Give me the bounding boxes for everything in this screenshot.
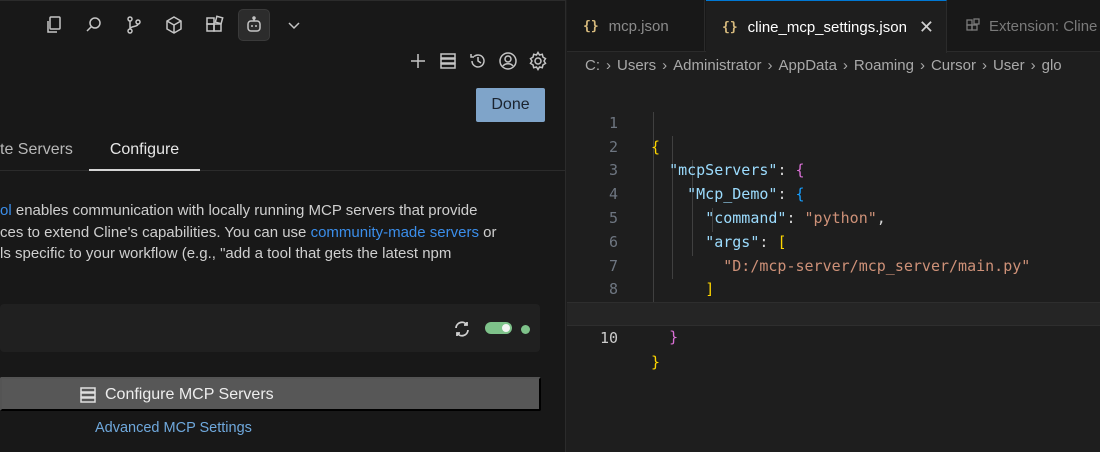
refresh-icon[interactable] bbox=[452, 319, 472, 339]
server-stack-icon[interactable] bbox=[435, 48, 461, 74]
code-line: 1 { bbox=[567, 88, 1100, 156]
code-line: 4 "command": "python", bbox=[567, 159, 1100, 227]
breadcrumb-item[interactable]: Cursor bbox=[931, 57, 976, 74]
code-line: 8 } bbox=[567, 255, 1100, 322]
tab-mcp-json[interactable]: {} mcp.json bbox=[567, 0, 705, 52]
description-text: enables communication with locally runni… bbox=[11, 202, 478, 219]
chevron-right-icon: › bbox=[981, 57, 987, 74]
community-servers-link[interactable]: community-made servers bbox=[311, 224, 479, 241]
tab-remote-servers[interactable]: te Servers bbox=[0, 141, 73, 159]
panel-toolbar bbox=[401, 48, 551, 74]
server-enable-toggle[interactable] bbox=[485, 322, 512, 334]
description-text: or bbox=[478, 223, 497, 241]
breadcrumb: C: › Users › Administrator › AppData › Roaming › C… bbox=[585, 57, 1062, 74]
breadcrumb-item[interactable]: AppData bbox=[779, 57, 837, 74]
description-text: ls specific to your workflow (e.g., "add… bbox=[0, 245, 452, 262]
line-number: 10 bbox=[599, 328, 618, 347]
advanced-mcp-settings-link[interactable]: Advanced MCP Settings bbox=[95, 420, 252, 436]
configure-mcp-servers-label: Configure MCP Servers bbox=[105, 386, 274, 403]
tab-label: mcp.json bbox=[608, 17, 669, 35]
breadcrumb-item[interactable]: Users bbox=[617, 57, 656, 74]
mcp-description: ol enables communication with locally ru… bbox=[0, 200, 540, 265]
breadcrumb-item[interactable]: Roaming bbox=[854, 57, 914, 74]
breadcrumb-item[interactable]: User bbox=[993, 57, 1025, 74]
files-icon[interactable] bbox=[38, 9, 70, 41]
tab-cline-mcp-settings-json[interactable]: {} cline_mcp_settings.json ✕ bbox=[706, 0, 947, 53]
code-line: 9 } bbox=[567, 278, 1100, 346]
json-file-icon: {} bbox=[722, 19, 738, 35]
chevron-down-icon[interactable] bbox=[278, 9, 310, 41]
extension-icon bbox=[965, 18, 981, 34]
chevron-right-icon: › bbox=[842, 57, 848, 74]
code-token: } bbox=[669, 327, 679, 346]
description-text: ces to extend Cline's capabilities. You … bbox=[0, 223, 311, 241]
code-line-current: 10 } bbox=[567, 302, 1100, 371]
plus-icon[interactable] bbox=[405, 48, 431, 74]
toggle-knob bbox=[502, 324, 510, 332]
panel-top-border bbox=[0, 0, 565, 1]
chevron-right-icon: › bbox=[606, 57, 611, 74]
code-editor[interactable]: 1 { 2 "mcpServers": { 3 "Mcp_Demo": { 4 … bbox=[567, 88, 1100, 371]
breadcrumb-item[interactable]: C: bbox=[585, 57, 600, 74]
server-status-dot bbox=[521, 325, 530, 334]
code-line: 6 "D:/mcp-server/mcp_server/main.py" bbox=[567, 207, 1100, 275]
settings-gear-icon[interactable] bbox=[525, 48, 551, 74]
editor-area: {} mcp.json {} cline_mcp_settings.json ✕… bbox=[567, 0, 1100, 452]
source-control-icon[interactable] bbox=[118, 9, 150, 41]
tab-configure[interactable]: Configure bbox=[89, 140, 200, 171]
code-line: 2 "mcpServers": { bbox=[567, 112, 1100, 180]
cline-robot-icon[interactable] bbox=[238, 9, 270, 41]
mcp-server-row bbox=[0, 304, 540, 352]
configure-mcp-servers-button[interactable]: Configure MCP Servers bbox=[0, 377, 541, 411]
mcp-protocol-link[interactable]: ol bbox=[0, 202, 12, 219]
chevron-right-icon: › bbox=[1030, 57, 1036, 74]
tab-label: cline_mcp_settings.json bbox=[747, 18, 907, 36]
history-icon[interactable] bbox=[465, 48, 491, 74]
code-token: } bbox=[651, 352, 661, 371]
code-line: 5 "args": [ bbox=[567, 183, 1100, 251]
server-stack-icon bbox=[79, 386, 97, 404]
code-line: 7 ] bbox=[567, 231, 1100, 299]
activity-bar bbox=[38, 8, 318, 42]
breadcrumb-item[interactable]: Administrator bbox=[673, 57, 761, 74]
close-icon[interactable]: ✕ bbox=[919, 17, 934, 38]
cline-sidebar-panel: Done te Servers Configure ol enables com… bbox=[0, 0, 566, 452]
extensions-icon[interactable] bbox=[198, 9, 230, 41]
package-icon[interactable] bbox=[158, 9, 190, 41]
json-file-icon: {} bbox=[583, 18, 599, 34]
mcp-tabs: te Servers Configure bbox=[0, 140, 565, 171]
chevron-right-icon: › bbox=[919, 57, 925, 74]
code-line: 3 "Mcp_Demo": { bbox=[567, 136, 1100, 203]
editor-tab-bar: {} mcp.json {} cline_mcp_settings.json ✕… bbox=[567, 0, 1100, 53]
chevron-right-icon: › bbox=[767, 57, 773, 74]
search-icon[interactable] bbox=[78, 9, 110, 41]
tab-label: Extension: Cline bbox=[989, 17, 1098, 35]
account-icon[interactable] bbox=[495, 48, 521, 74]
chevron-right-icon: › bbox=[662, 57, 668, 74]
breadcrumb-item[interactable]: glo bbox=[1042, 57, 1062, 74]
tab-extension-cline[interactable]: Extension: Cline bbox=[948, 0, 1097, 52]
done-button[interactable]: Done bbox=[476, 88, 545, 122]
